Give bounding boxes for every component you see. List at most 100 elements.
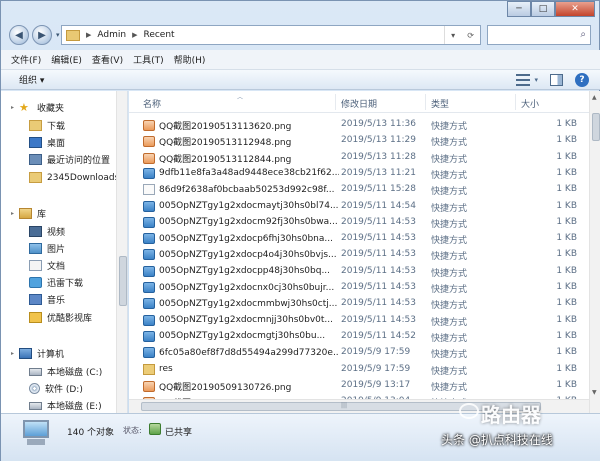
nav-item-label: 音乐 [47, 296, 66, 306]
nav-item[interactable]: ▸ ★ 收藏夹 [7, 99, 64, 116]
recent-places-icon [29, 154, 42, 165]
file-row[interactable]: 86d9f2638af0bcbaab50253d992c98f... 2019/5… [129, 182, 589, 198]
file-row[interactable]: 005OpNZTgy1g2xdocmmbwj30hs0ctj... 2019/5/… [129, 296, 589, 312]
breadcrumb-admin[interactable]: Admin [97, 30, 126, 40]
address-bar[interactable]: ▶ Admin ▶ Recent ▾ ⟳ [61, 25, 481, 45]
help-icon[interactable]: ? [575, 73, 589, 87]
file-row[interactable]: QQ截图20190509130726.png 2019/5/9 13:17 快捷方式… [129, 378, 589, 394]
scroll-down-icon[interactable]: ▼ [592, 389, 597, 396]
nav-item[interactable]: 迅雷下载 [29, 274, 83, 291]
menu-edit[interactable]: 编辑(E) [51, 53, 82, 66]
file-row[interactable]: 005OpNZTgy1g2xdocpp48j30hs0bq... 2019/5/1… [129, 264, 589, 280]
file-name-cell: QQ截图20190509130726.png [143, 380, 339, 393]
file-name-cell: 005OpNZTgy1g2xdocmmbwj30hs0ctj... [143, 298, 339, 310]
file-type: 快捷方式 [431, 366, 468, 377]
file-size: 1 KB [556, 200, 577, 211]
menu-help[interactable]: 帮助(H) [174, 53, 206, 66]
back-button[interactable]: ◀ [9, 25, 29, 45]
search-icon: ⌕ [580, 29, 586, 40]
nav-item[interactable]: 最近访问的位置 [29, 151, 110, 168]
scroll-grip-icon: ||| [341, 402, 348, 409]
file-date: 2019/5/13 11:36 [341, 119, 416, 129]
nav-item[interactable]: 本地磁盘 (E:) [29, 397, 102, 413]
history-dropdown-icon[interactable]: ▾ [56, 31, 60, 39]
column-size[interactable]: 大小 [521, 97, 539, 110]
file-row[interactable]: 9dfb11e8fa3a48ad9448ece38cb21f62... 2019/… [129, 166, 589, 182]
file-name-cell: 005OpNZTgy1g2xdocnx0cj30hs0bujr... [143, 282, 339, 293]
menu-tools[interactable]: 工具(T) [133, 53, 164, 66]
file-name-cell: 9dfb11e8fa3a48ad9448ece38cb21f62... [143, 167, 339, 179]
shared-status: 已共享 [165, 428, 193, 438]
nav-item[interactable]: 优酷影视库 [29, 309, 92, 326]
forward-button[interactable]: ▶ [32, 25, 52, 45]
file-size: 1 KB [556, 119, 577, 129]
address-dropdown-icon[interactable]: ▾ [451, 31, 455, 40]
column-type[interactable]: 类型 [431, 97, 449, 110]
close-button[interactable]: ✕ [555, 1, 595, 17]
menu-file[interactable]: 文件(F) [11, 53, 41, 66]
organize-button[interactable]: 组织 ▾ [19, 73, 44, 86]
file-row[interactable]: res 2019/5/9 17:59 快捷方式 1 KB [129, 362, 589, 378]
expand-arrow-icon[interactable]: ▸ [11, 104, 19, 111]
expand-arrow-icon[interactable]: ▸ [11, 210, 19, 217]
menu-view[interactable]: 查看(V) [92, 53, 123, 66]
file-row[interactable]: 005OpNZTgy1g2xdocp4o4j30hs0bvjs... 2019/5… [129, 247, 589, 263]
breadcrumb-recent[interactable]: Recent [143, 30, 174, 40]
file-shortcut-icon [143, 120, 155, 131]
file-shortcut-icon [143, 282, 155, 293]
drive-e-icon [29, 401, 42, 410]
chevron-right-icon[interactable]: ▶ [132, 31, 137, 39]
view-options-icon[interactable] [516, 74, 531, 86]
sort-up-icon: ︿ [237, 94, 244, 101]
file-row[interactable]: QQ截图20190513113620.png 2019/5/13 11:36 快捷方… [129, 117, 589, 133]
file-row[interactable]: QQ截图20190513112948.png 2019/5/13 11:29 快捷方… [129, 133, 589, 149]
vertical-scrollbar[interactable]: ▲ ▼ [589, 91, 600, 413]
file-date: 2019/5/11 14:53 [341, 298, 416, 309]
window-controls: ─ □ ✕ [507, 1, 595, 17]
nav-item[interactable]: 软件 (D:) [29, 380, 83, 397]
file-type: 快捷方式 [431, 236, 468, 247]
search-input[interactable]: ⌕ [487, 25, 591, 45]
maximize-button[interactable]: □ [531, 1, 555, 17]
file-date: 2019/5/13 11:29 [341, 135, 416, 146]
nav-item[interactable]: ▸ 库 [7, 205, 46, 222]
file-name-cell: 86d9f2638af0bcbaab50253d992c98f... [143, 184, 339, 196]
vertical-scroll-thumb[interactable] [592, 113, 600, 141]
file-row[interactable]: 005OpNZTgy1g2xdocp6fhj30hs0bna... 2019/5/… [129, 231, 589, 247]
nav-item[interactable]: ▸ 计算机 [7, 345, 64, 362]
nav-item[interactable]: 视频 [29, 223, 65, 240]
file-type: 快捷方式 [431, 219, 468, 230]
refresh-icon[interactable]: ⟳ [467, 31, 474, 40]
minimize-button[interactable]: ─ [507, 1, 531, 17]
column-name[interactable]: 名称 [143, 97, 161, 110]
nav-item[interactable]: 文档 [29, 257, 65, 274]
file-row[interactable]: 005OpNZTgy1g2xdocmnjj30hs0bv0t... 2019/5/… [129, 313, 589, 329]
scroll-up-icon[interactable]: ▲ [592, 94, 597, 101]
file-name: QQ截图20190513112844.png [159, 154, 292, 165]
file-shortcut-icon [143, 298, 155, 310]
nav-item[interactable]: 音乐 [29, 291, 65, 308]
nav-item[interactable]: 桌面 [29, 134, 65, 151]
nav-scroll-thumb[interactable] [119, 256, 127, 306]
column-header: 名称 ︿ 修改日期 类型 大小 [129, 91, 589, 113]
nav-item[interactable]: 图片 [29, 240, 65, 257]
nav-item[interactable]: 下载 [29, 117, 65, 134]
file-row[interactable]: QQ截图20190513112844.png 2019/5/13 11:28 快捷方… [129, 150, 589, 166]
column-date[interactable]: 修改日期 [341, 97, 377, 110]
column-divider[interactable] [335, 94, 336, 110]
file-shortcut-icon [143, 233, 155, 245]
nav-scrollbar[interactable] [116, 91, 127, 413]
file-row[interactable]: 005OpNZTgy1g2xdocmaytj30hs0bl74... 2019/5… [129, 199, 589, 215]
preview-pane-icon[interactable] [550, 74, 563, 86]
column-divider[interactable] [425, 94, 426, 110]
view-dropdown-icon[interactable]: ▾ [534, 76, 538, 84]
chevron-right-icon[interactable]: ▶ [86, 31, 91, 39]
file-row[interactable]: 005OpNZTgy1g2xdocm92fj30hs0bwa... 2019/5/… [129, 215, 589, 231]
file-row[interactable]: 005OpNZTgy1g2xdocnx0cj30hs0bujr... 2019/5… [129, 280, 589, 296]
file-row[interactable]: 6fc05a80ef8f7d8d55494a299d77320e... 2019/… [129, 345, 589, 361]
nav-item[interactable]: 本地磁盘 (C:) [29, 363, 102, 380]
expand-arrow-icon[interactable]: ▸ [11, 350, 19, 357]
file-row[interactable]: 005OpNZTgy1g2xdocmgtj30hs0bu... 2019/5/11… [129, 329, 589, 345]
nav-item[interactable]: 2345Downloads [29, 169, 119, 186]
column-divider[interactable] [515, 94, 516, 110]
